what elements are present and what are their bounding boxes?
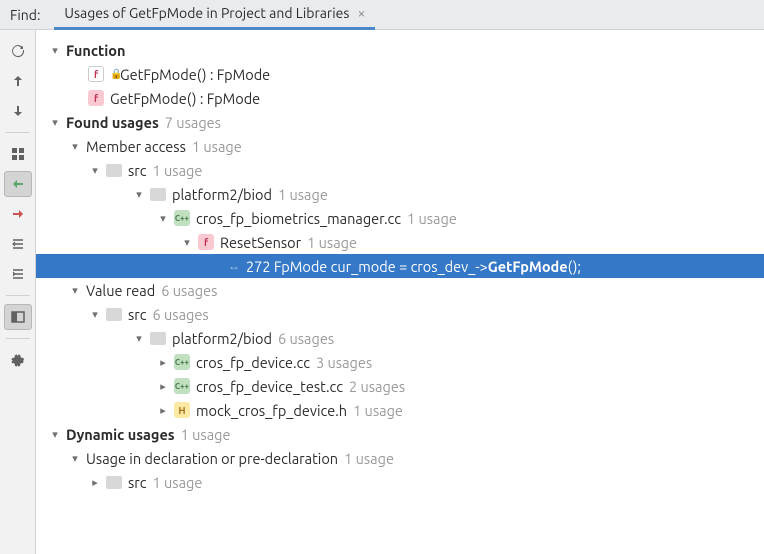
function-icon: f [88,66,104,82]
node-file[interactable]: ▸C++cros_fp_device.cc3 usages [36,350,764,374]
chevron-down-icon: ▾ [180,236,194,249]
folder-icon [150,332,166,345]
folder-icon [106,164,122,177]
usage-arrow-icon: ↔ [228,259,240,273]
expand-icon[interactable] [4,231,32,257]
node-src[interactable]: ▸src1 usage [36,470,764,494]
tree: ▾Function f🔒GetFpMode() : FpMode fGetFpM… [36,30,764,554]
function-icon: f [198,234,214,250]
node-member-access[interactable]: ▾Member access1 usage [36,134,764,158]
node-dynamic-usages[interactable]: ▾Dynamic usages1 usage [36,422,764,446]
filter-imports-icon[interactable] [4,171,32,197]
node-function-item[interactable]: f🔒GetFpMode() : FpMode [36,62,764,86]
tab-title: Usages of GetFpMode in Project and Libra… [64,5,349,21]
node-function-item[interactable]: fGetFpMode() : FpMode [36,86,764,110]
folder-icon [150,188,166,201]
node-declaration[interactable]: ▾Usage in declaration or pre-declaration… [36,446,764,470]
filter-writes-icon[interactable] [4,201,32,227]
header: Find: Usages of GetFpMode in Project and… [0,0,764,30]
cpp-file-icon: C++ [174,378,190,394]
node-value-read[interactable]: ▾Value read6 usages [36,278,764,302]
refresh-icon[interactable] [4,38,32,64]
node-file[interactable]: ▾C++cros_fp_biometrics_manager.cc1 usage [36,206,764,230]
cpp-file-icon: C++ [174,210,190,226]
settings-icon[interactable] [4,347,32,373]
node-path[interactable]: ▾platform2/biod1 usage [36,182,764,206]
node-file[interactable]: ▸C++cros_fp_device_test.cc2 usages [36,374,764,398]
toolbar [0,30,36,554]
chevron-down-icon: ▾ [48,116,62,129]
chevron-down-icon: ▾ [156,212,170,225]
chevron-down-icon: ▾ [132,332,146,345]
chevron-down-icon: ▾ [68,284,82,297]
node-usage-line[interactable]: ↔272 FpMode cur_mode = cros_dev_->GetFpM… [36,254,764,278]
chevron-down-icon: ▾ [88,164,102,177]
chevron-right-icon: ▸ [156,404,170,417]
node-src[interactable]: ▾src6 usages [36,302,764,326]
group-icon[interactable] [4,141,32,167]
chevron-down-icon: ▾ [88,308,102,321]
node-function[interactable]: ▾Function [36,38,764,62]
chevron-down-icon: ▾ [68,140,82,153]
folder-icon [106,476,122,489]
arrow-up-icon[interactable] [4,68,32,94]
h-file-icon: H [174,402,190,418]
function-icon: f [88,90,104,106]
chevron-down-icon: ▾ [68,452,82,465]
cpp-file-icon: C++ [174,354,190,370]
node-func[interactable]: ▾fResetSensor1 usage [36,230,764,254]
node-src[interactable]: ▾src1 usage [36,158,764,182]
lock-icon: 🔒 [110,68,120,80]
node-path[interactable]: ▾platform2/biod6 usages [36,326,764,350]
tab-usages[interactable]: Usages of GetFpMode in Project and Libra… [54,0,375,30]
chevron-down-icon: ▾ [48,428,62,441]
find-label: Find: [10,7,40,23]
chevron-down-icon: ▾ [48,44,62,57]
chevron-right-icon: ▸ [156,380,170,393]
arrow-down-icon[interactable] [4,98,32,124]
preview-icon[interactable] [4,304,32,330]
node-found-usages[interactable]: ▾Found usages7 usages [36,110,764,134]
collapse-icon[interactable] [4,261,32,287]
chevron-right-icon: ▸ [88,476,102,489]
close-icon[interactable]: × [357,5,365,21]
folder-icon [106,308,122,321]
chevron-right-icon: ▸ [156,356,170,369]
main: ▾Function f🔒GetFpMode() : FpMode fGetFpM… [0,30,764,554]
node-file[interactable]: ▸Hmock_cros_fp_device.h1 usage [36,398,764,422]
chevron-down-icon: ▾ [132,188,146,201]
